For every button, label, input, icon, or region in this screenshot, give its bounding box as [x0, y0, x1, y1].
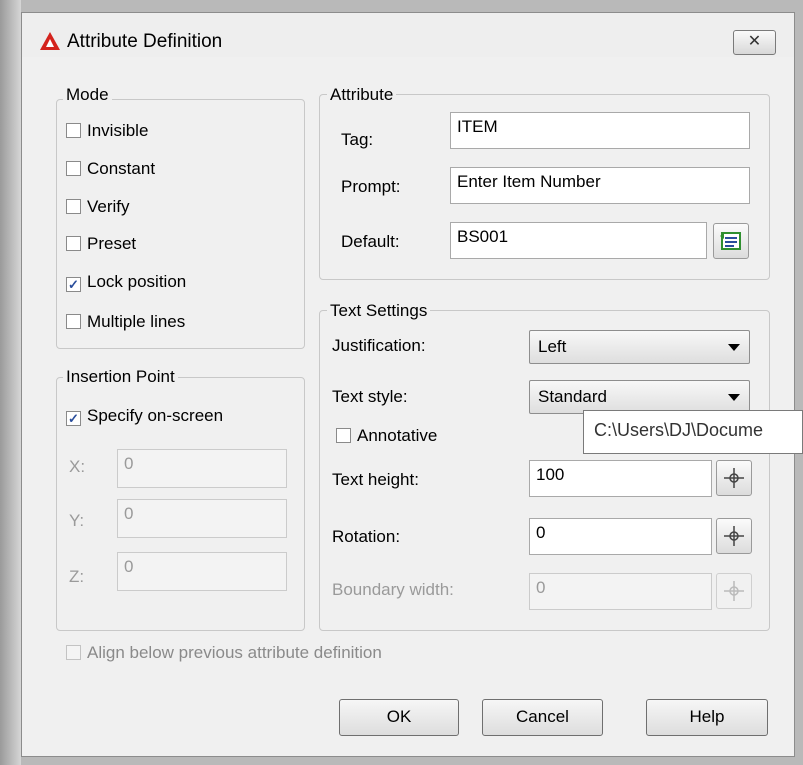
x-input[interactable]: 0 — [117, 449, 287, 488]
close-button[interactable]: ✕ — [733, 30, 776, 55]
annotative-label: Annotative — [357, 426, 438, 445]
pick-point-icon — [724, 581, 744, 601]
path-tooltip: C:\Users\DJ\Docume — [583, 410, 803, 454]
boundary-width-label: Boundary width: — [332, 580, 454, 599]
rotation-label: Rotation: — [332, 527, 401, 546]
z-label: Z: — [69, 567, 85, 586]
multiple-lines-label: Multiple lines — [87, 312, 186, 331]
align-below-checkbox[interactable]: Align below previous attribute definitio… — [66, 643, 382, 663]
checkmark-icon: ✓ — [66, 411, 81, 426]
title-bar: Attribute Definition ✕ — [22, 13, 794, 57]
multiple-lines-checkbox[interactable]: Multiple lines — [66, 312, 185, 332]
default-input[interactable]: BS001 — [450, 222, 707, 259]
checkbox-box — [66, 314, 81, 329]
lock-position-label: Lock position — [87, 272, 187, 291]
verify-label: Verify — [87, 197, 130, 216]
checkbox-box — [66, 645, 81, 660]
boundary-width-pick-button[interactable] — [716, 573, 752, 609]
checkbox-box — [66, 199, 81, 214]
verify-checkbox[interactable]: Verify — [66, 197, 130, 217]
insert-field-button[interactable] — [713, 223, 749, 259]
chevron-down-icon — [728, 344, 740, 351]
rotation-input[interactable]: 0 — [529, 518, 712, 555]
z-input[interactable]: 0 — [117, 552, 287, 591]
ok-button[interactable]: OK — [339, 699, 459, 736]
prompt-label: Prompt: — [341, 177, 401, 196]
checkbox-box — [336, 428, 351, 443]
attribute-definition-dialog: Attribute Definition ✕ Mode Invisible Co… — [21, 12, 795, 757]
attribute-group-label: Attribute — [327, 85, 397, 105]
checkbox-box — [66, 236, 81, 251]
justification-value: Left — [538, 337, 567, 356]
invisible-checkbox[interactable]: Invisible — [66, 121, 148, 141]
chevron-down-icon — [728, 394, 740, 401]
text-height-label: Text height: — [332, 470, 419, 489]
y-input[interactable]: 0 — [117, 499, 287, 538]
boundary-width-input[interactable]: 0 — [529, 573, 712, 610]
checkbox-box — [66, 123, 81, 138]
background-strip — [0, 0, 21, 765]
specify-on-screen-checkbox[interactable]: ✓ Specify on-screen — [66, 406, 223, 426]
annotative-checkbox[interactable]: Annotative — [336, 426, 437, 446]
insert-field-icon — [720, 232, 741, 250]
constant-label: Constant — [87, 159, 156, 178]
lock-position-checkbox[interactable]: ✓ Lock position — [66, 272, 186, 292]
pick-point-icon — [724, 468, 744, 488]
window-title: Attribute Definition — [67, 31, 223, 52]
invisible-label: Invisible — [87, 121, 149, 140]
cancel-button[interactable]: Cancel — [482, 699, 603, 736]
text-style-value: Standard — [538, 387, 607, 406]
specify-on-screen-label: Specify on-screen — [87, 406, 224, 425]
checkbox-box — [66, 161, 81, 176]
justification-label: Justification: — [332, 336, 426, 355]
text-settings-group-label: Text Settings — [327, 301, 431, 321]
x-label: X: — [69, 457, 86, 476]
preset-checkbox[interactable]: Preset — [66, 234, 136, 254]
help-button[interactable]: Help — [646, 699, 768, 736]
prompt-input[interactable]: Enter Item Number — [450, 167, 750, 204]
close-icon: ✕ — [747, 33, 762, 50]
tag-input[interactable]: ITEM — [450, 112, 750, 149]
text-style-dropdown[interactable]: Standard — [529, 380, 750, 414]
preset-label: Preset — [87, 234, 137, 253]
rotation-pick-button[interactable] — [716, 518, 752, 554]
align-below-label: Align below previous attribute definitio… — [87, 643, 382, 662]
autocad-a-icon — [40, 32, 60, 50]
y-label: Y: — [69, 511, 85, 530]
text-style-label: Text style: — [332, 387, 408, 406]
pick-point-icon — [724, 526, 744, 546]
text-height-pick-button[interactable] — [716, 460, 752, 496]
constant-checkbox[interactable]: Constant — [66, 159, 155, 179]
mode-group-label: Mode — [63, 85, 112, 105]
text-height-input[interactable]: 100 — [529, 460, 712, 497]
default-label: Default: — [341, 232, 400, 251]
tag-label: Tag: — [341, 130, 374, 149]
justification-dropdown[interactable]: Left — [529, 330, 750, 364]
checkmark-icon: ✓ — [66, 277, 81, 292]
insertion-point-group-label: Insertion Point — [63, 367, 178, 387]
